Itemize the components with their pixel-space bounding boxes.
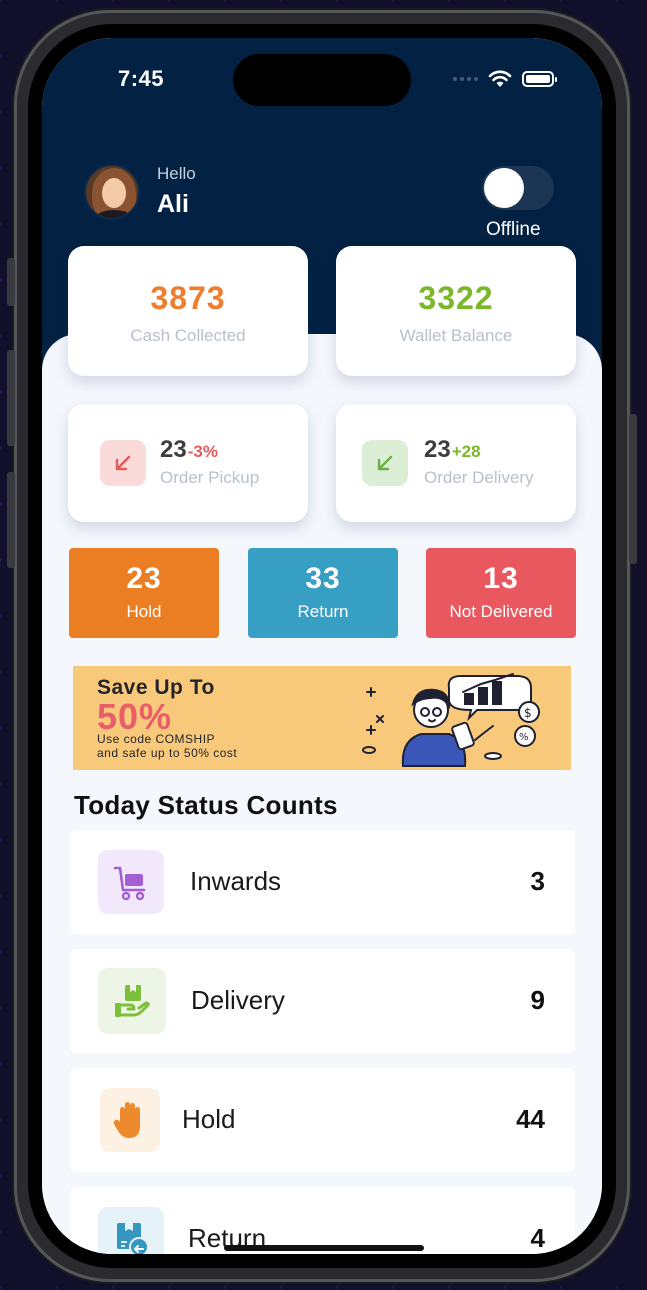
hold-tile-label: Hold bbox=[126, 602, 162, 621]
home-indicator[interactable] bbox=[224, 1245, 424, 1251]
hold-tile-value: 23 bbox=[126, 562, 162, 595]
wifi-icon bbox=[488, 70, 512, 87]
status-row-label: Inwards bbox=[190, 866, 282, 896]
greeting-text: Hello bbox=[157, 164, 196, 183]
cash-collected-card[interactable]: 3873 Cash Collected bbox=[68, 246, 308, 376]
status-row-count: 4 bbox=[530, 1223, 545, 1253]
user-name: Ali bbox=[157, 190, 189, 218]
order-pickup-label: Order Pickup bbox=[160, 468, 260, 487]
return-tile-value: 33 bbox=[305, 562, 341, 595]
order-pickup-change: -3% bbox=[187, 442, 218, 461]
dynamic-island bbox=[233, 54, 411, 106]
availability-label: Offline bbox=[486, 219, 541, 240]
phone-frame: 7:45 Hello Ali Offline 3873 Cash Collect… bbox=[7, 10, 637, 1282]
cart-icon bbox=[98, 850, 164, 914]
status-row-count: 9 bbox=[530, 985, 545, 1015]
status-row-hold[interactable]: Hold 44 bbox=[70, 1068, 575, 1172]
status-time: 7:45 bbox=[118, 66, 165, 91]
return-tile[interactable]: 33 Return bbox=[248, 548, 398, 638]
return-box-icon bbox=[98, 1207, 164, 1254]
status-row-label: Delivery bbox=[191, 985, 285, 1015]
power-button bbox=[629, 414, 637, 564]
promo-illustration: $ % bbox=[362, 673, 540, 767]
package-hand-icon bbox=[98, 968, 166, 1034]
wallet-balance-card[interactable]: 3322 Wallet Balance bbox=[336, 246, 576, 376]
order-pickup-card[interactable]: 23-3% Order Pickup bbox=[68, 404, 308, 522]
wallet-balance-value: 3322 bbox=[418, 280, 494, 316]
order-delivery-value-group: 23+28 bbox=[424, 436, 481, 464]
today-status-title: Today Status Counts bbox=[74, 790, 338, 820]
hand-icon bbox=[100, 1088, 160, 1152]
status-row-label: Hold bbox=[182, 1104, 236, 1134]
cash-collected-value: 3873 bbox=[150, 280, 226, 316]
status-icons bbox=[453, 70, 557, 88]
status-row-count: 44 bbox=[516, 1104, 545, 1134]
status-row-return[interactable]: Return 4 bbox=[70, 1187, 575, 1254]
not-delivered-tile-value: 13 bbox=[483, 562, 519, 595]
not-delivered-tile[interactable]: 13 Not Delivered bbox=[426, 548, 576, 638]
return-tile-label: Return bbox=[297, 602, 349, 621]
battery-icon bbox=[522, 71, 557, 87]
promo-line-2: and safe up to 50% cost bbox=[97, 746, 238, 760]
volume-up-button bbox=[7, 350, 15, 446]
order-delivery-label: Order Delivery bbox=[424, 468, 534, 487]
order-delivery-value: 23 bbox=[424, 436, 451, 463]
arrow-down-left-icon bbox=[362, 440, 408, 486]
cellular-icon bbox=[453, 77, 478, 81]
promo-banner[interactable]: Save Up To 50% Use code COMSHIP and safe… bbox=[73, 666, 571, 770]
app-screen: 7:45 Hello Ali Offline 3873 Cash Collect… bbox=[42, 38, 602, 1254]
cash-collected-label: Cash Collected bbox=[130, 326, 246, 345]
volume-down-button bbox=[7, 472, 15, 568]
toggle-knob bbox=[484, 168, 524, 208]
svg-text:%: % bbox=[519, 732, 529, 743]
order-pickup-value: 23 bbox=[160, 436, 187, 463]
action-button bbox=[7, 258, 15, 306]
order-pickup-value-group: 23-3% bbox=[160, 436, 218, 464]
avatar[interactable] bbox=[84, 164, 140, 220]
status-row-count: 3 bbox=[530, 866, 545, 896]
promo-line-1: Use code COMSHIP bbox=[97, 732, 216, 746]
order-delivery-change: +28 bbox=[451, 442, 481, 461]
wallet-balance-label: Wallet Balance bbox=[399, 326, 513, 345]
arrow-down-left-icon bbox=[100, 440, 146, 486]
order-delivery-card[interactable]: 23+28 Order Delivery bbox=[336, 404, 576, 522]
hold-tile[interactable]: 23 Hold bbox=[69, 548, 219, 638]
svg-text:$: $ bbox=[524, 706, 532, 720]
not-delivered-tile-label: Not Delivered bbox=[449, 602, 553, 621]
status-row-inwards[interactable]: Inwards 3 bbox=[70, 830, 575, 934]
availability-toggle[interactable] bbox=[482, 166, 554, 210]
status-row-delivery[interactable]: Delivery 9 bbox=[70, 949, 575, 1053]
